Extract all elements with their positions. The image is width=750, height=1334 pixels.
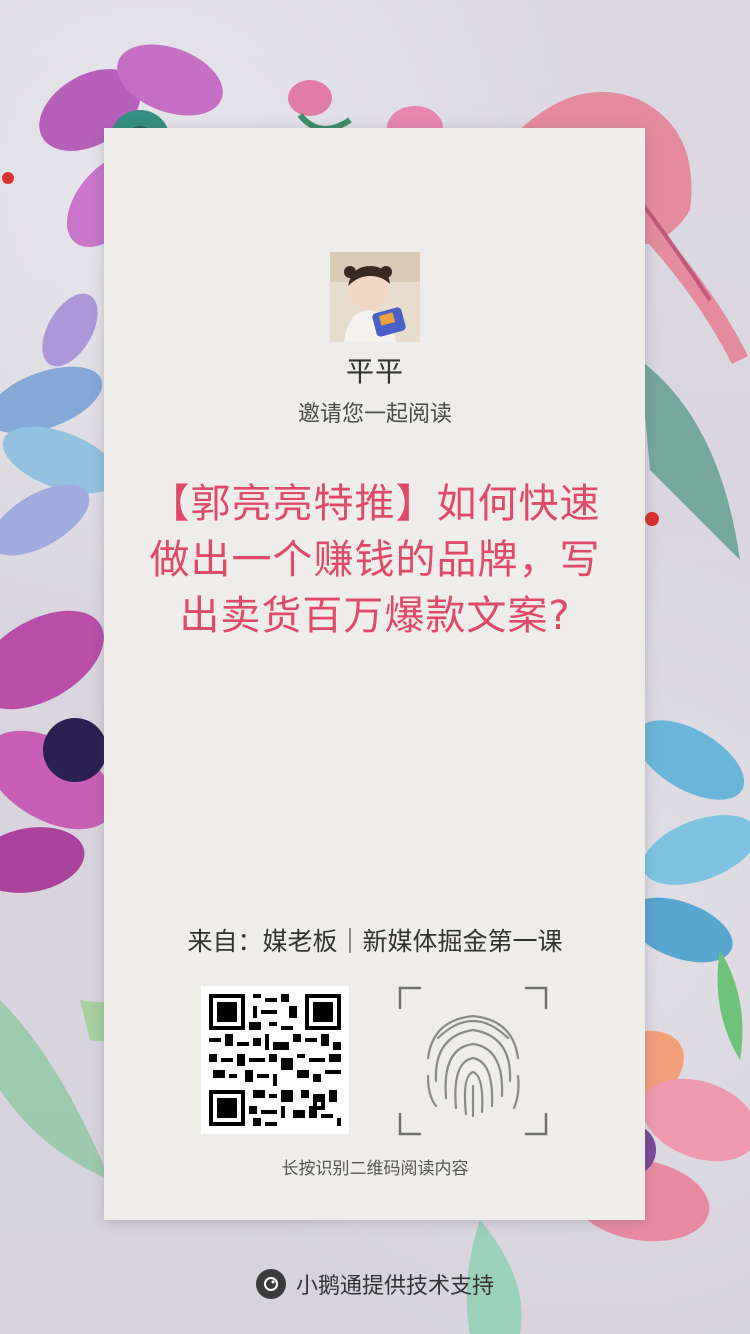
fingerprint-icon bbox=[398, 986, 548, 1136]
invite-text: 邀请您一起阅读 bbox=[297, 402, 452, 427]
child-avatar-icon bbox=[330, 252, 420, 342]
xiaoetong-logo-icon bbox=[255, 1269, 286, 1299]
footer-text: 小鹅通提供技术支持 bbox=[295, 1274, 494, 1299]
inviter-name: 平平 bbox=[345, 355, 404, 388]
qr-hint: 长按识别二维码阅读内容 bbox=[281, 1159, 469, 1179]
qr-code-icon bbox=[201, 986, 349, 1134]
footer: 小鹅通提供技术支持 bbox=[0, 1268, 750, 1300]
source-text: 来自：媒老板｜新媒体掘金第一课 bbox=[187, 927, 563, 956]
qr-code[interactable] bbox=[201, 986, 349, 1134]
article-title[interactable]: 【郭亮亮特推】如何快速做出一个赚钱的品牌，写出卖货百万爆款文案? bbox=[140, 476, 610, 644]
fingerprint-scan[interactable] bbox=[398, 986, 548, 1136]
avatar bbox=[330, 252, 420, 342]
